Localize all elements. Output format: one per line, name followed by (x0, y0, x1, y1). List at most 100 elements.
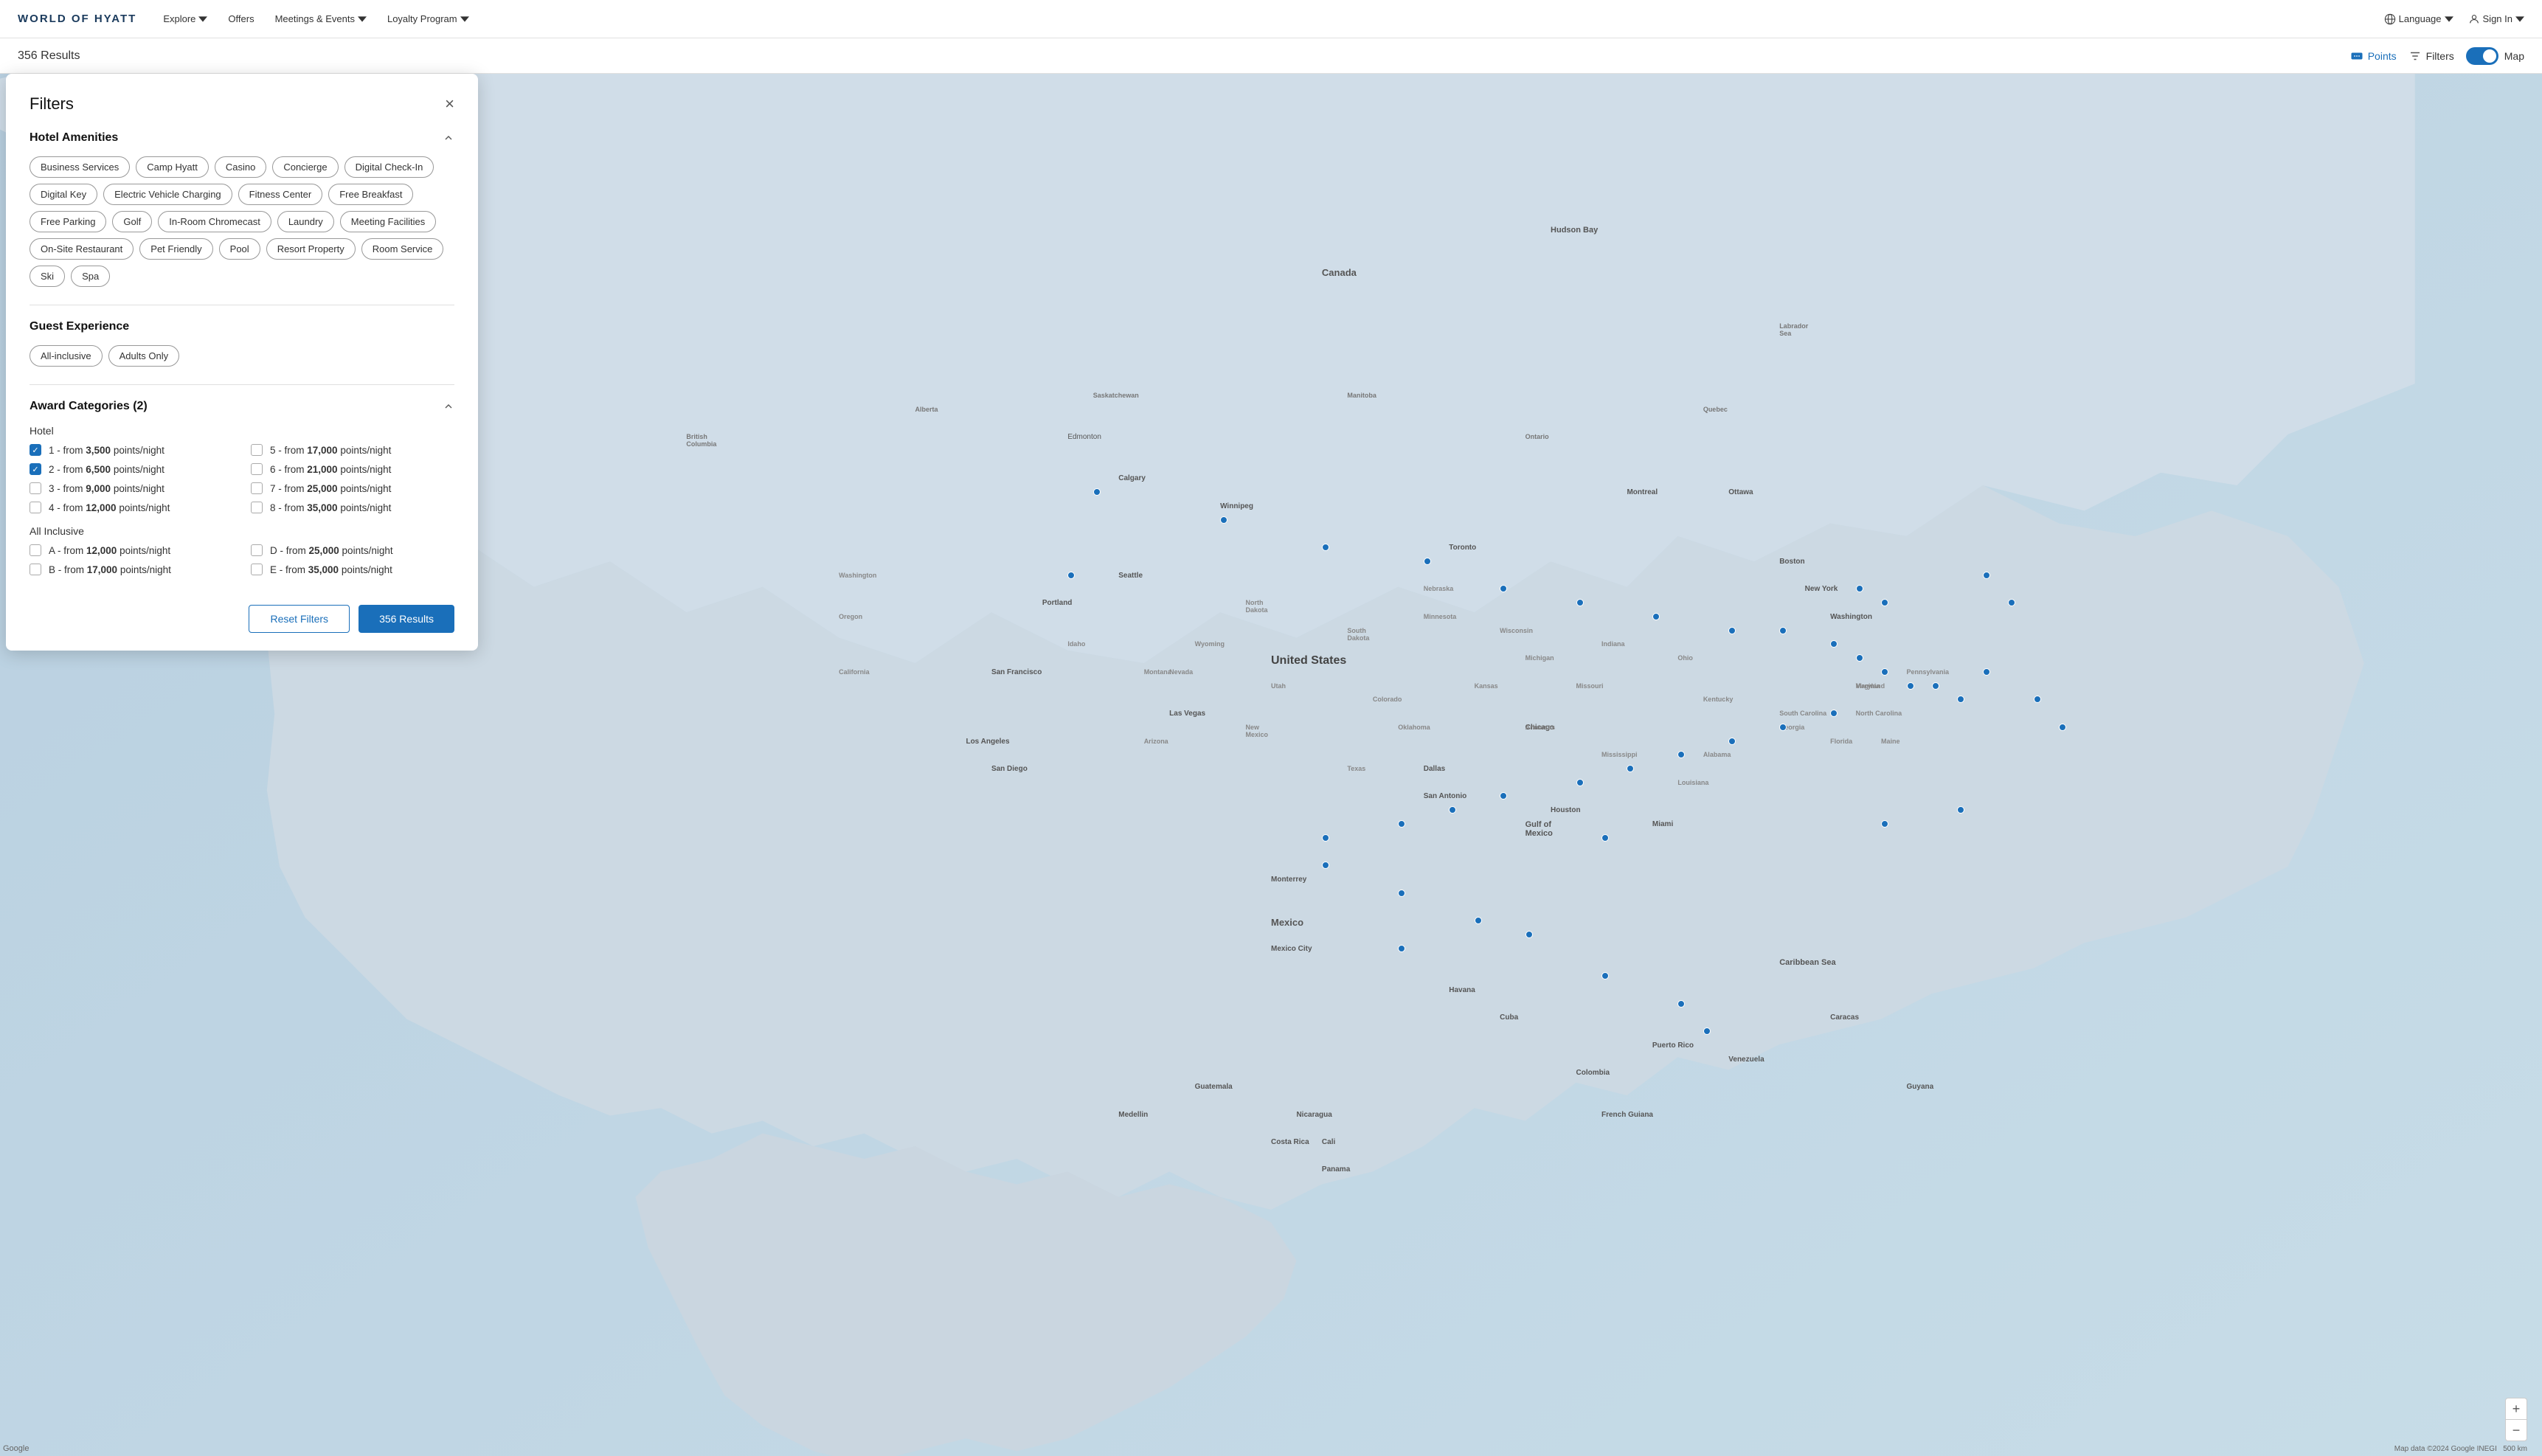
award-item[interactable]: A - from 12,000 points/night (30, 544, 233, 556)
map-dot[interactable] (1856, 585, 1863, 592)
modal-header: Filters × (30, 94, 454, 114)
amenities-collapse-icon[interactable] (443, 132, 454, 144)
close-modal-button[interactable]: × (445, 96, 454, 112)
map-dot[interactable] (1475, 917, 1482, 924)
map-dot[interactable] (1398, 890, 1405, 897)
map-dot[interactable] (1601, 972, 1609, 980)
view-results-button[interactable]: 356 Results (359, 605, 454, 633)
map-dot[interactable] (1881, 820, 1888, 828)
amenity-chip[interactable]: Pool (219, 238, 260, 260)
amenity-chip[interactable]: Golf (112, 211, 152, 232)
nav-meetings[interactable]: Meetings & Events (275, 13, 367, 24)
amenity-chip[interactable]: Resort Property (266, 238, 356, 260)
map-dot[interactable] (1601, 834, 1609, 842)
award-item[interactable]: 6 - from 21,000 points/night (251, 463, 454, 475)
map-dot[interactable] (1067, 572, 1075, 579)
map-toggle[interactable]: Map (2466, 47, 2524, 65)
language-selector[interactable]: Language (2384, 13, 2453, 25)
award-checkbox[interactable] (30, 564, 41, 575)
amenity-chip[interactable]: Free Parking (30, 211, 106, 232)
amenity-chip[interactable]: Ski (30, 266, 65, 287)
map-dot[interactable] (1856, 654, 1863, 662)
map-dot[interactable] (1677, 1000, 1685, 1008)
points-button[interactable]: Points (2350, 49, 2397, 63)
award-item[interactable]: 5 - from 17,000 points/night (251, 444, 454, 456)
map-dot[interactable] (1728, 627, 1736, 634)
map-dot[interactable] (1779, 724, 1787, 731)
award-checkbox[interactable] (251, 444, 263, 456)
award-item[interactable]: 4 - from 12,000 points/night (30, 502, 233, 513)
award-checkbox[interactable] (251, 544, 263, 556)
award-item[interactable]: 3 - from 9,000 points/night (30, 482, 233, 494)
award-checkbox[interactable] (251, 502, 263, 513)
guest-header: Guest Experience (30, 320, 454, 333)
google-label: Google (3, 1444, 29, 1453)
map-dot[interactable] (1907, 682, 1914, 690)
reset-filters-button[interactable]: Reset Filters (249, 605, 350, 633)
amenity-chip[interactable]: Digital Key (30, 184, 97, 205)
amenity-chip[interactable]: Meeting Facilities (340, 211, 436, 232)
award-categories-section: Award Categories (2) Hotel 1 - from 3,50… (30, 400, 454, 575)
nav-explore[interactable]: Explore (163, 13, 207, 24)
zoom-in-button[interactable]: + (2506, 1398, 2527, 1419)
map-dot[interactable] (1983, 668, 1990, 676)
amenity-chip[interactable]: On-Site Restaurant (30, 238, 134, 260)
amenity-chip[interactable]: In-Room Chromecast (158, 211, 271, 232)
amenity-chip[interactable]: Electric Vehicle Charging (103, 184, 232, 205)
map-dot[interactable] (1220, 516, 1227, 524)
map-dot[interactable] (1576, 779, 1584, 786)
award-checkbox[interactable] (251, 463, 263, 475)
amenity-chip[interactable]: Pet Friendly (139, 238, 212, 260)
map-dot[interactable] (1881, 668, 1888, 676)
award-item[interactable]: D - from 25,000 points/night (251, 544, 454, 556)
zoom-out-button[interactable]: − (2506, 1420, 2527, 1441)
amenity-chip[interactable]: Spa (71, 266, 110, 287)
map-dot[interactable] (1703, 1027, 1711, 1035)
guest-chip[interactable]: All-inclusive (30, 345, 103, 367)
nav-offers[interactable]: Offers (228, 13, 254, 24)
map-dot[interactable] (1652, 613, 1660, 620)
map-dot[interactable] (1932, 682, 1939, 690)
amenity-chip[interactable]: Fitness Center (238, 184, 323, 205)
map-dot[interactable] (1322, 544, 1329, 551)
amenity-chip[interactable]: Camp Hyatt (136, 156, 209, 178)
award-checkbox[interactable] (30, 502, 41, 513)
guest-chip[interactable]: Adults Only (108, 345, 179, 367)
map-dot[interactable] (1983, 572, 1990, 579)
map-dot[interactable] (1398, 945, 1405, 952)
award-item[interactable]: 1 - from 3,500 points/night (30, 444, 233, 456)
results-count: 356 Results (18, 49, 80, 63)
map-dot[interactable] (1779, 627, 1787, 634)
award-checkbox[interactable] (30, 463, 41, 475)
map-toggle-switch[interactable] (2466, 47, 2498, 65)
map-dot[interactable] (1576, 599, 1584, 606)
map-dot[interactable] (1424, 558, 1431, 565)
map-dot[interactable] (1322, 834, 1329, 842)
amenity-chip[interactable]: Digital Check-In (344, 156, 434, 178)
award-checkbox[interactable] (30, 482, 41, 494)
map-dot[interactable] (1093, 488, 1101, 496)
award-item[interactable]: 7 - from 25,000 points/night (251, 482, 454, 494)
award-checkbox[interactable] (251, 482, 263, 494)
award-item[interactable]: B - from 17,000 points/night (30, 564, 233, 575)
award-item[interactable]: 8 - from 35,000 points/night (251, 502, 454, 513)
amenity-chip[interactable]: Free Breakfast (328, 184, 413, 205)
award-checkbox[interactable] (251, 564, 263, 575)
amenity-chip[interactable]: Room Service (361, 238, 444, 260)
amenity-chip[interactable]: Business Services (30, 156, 130, 178)
nav-loyalty[interactable]: Loyalty Program (387, 13, 469, 24)
amenity-chip[interactable]: Casino (215, 156, 266, 178)
signin-button[interactable]: Sign In (2468, 13, 2524, 25)
amenity-chip[interactable]: Laundry (277, 211, 334, 232)
map-dot[interactable] (1525, 931, 1533, 938)
award-checkbox[interactable] (30, 444, 41, 456)
award-collapse-icon[interactable] (443, 401, 454, 412)
site-logo[interactable]: WORLD OF HYATT (18, 13, 136, 25)
amenity-chip[interactable]: Concierge (272, 156, 338, 178)
award-checkbox[interactable] (30, 544, 41, 556)
award-item[interactable]: 2 - from 6,500 points/night (30, 463, 233, 475)
filters-button[interactable]: Filters (2408, 49, 2454, 63)
map-dot[interactable] (2059, 724, 2066, 731)
map-dot[interactable] (1728, 738, 1736, 745)
award-item[interactable]: E - from 35,000 points/night (251, 564, 454, 575)
